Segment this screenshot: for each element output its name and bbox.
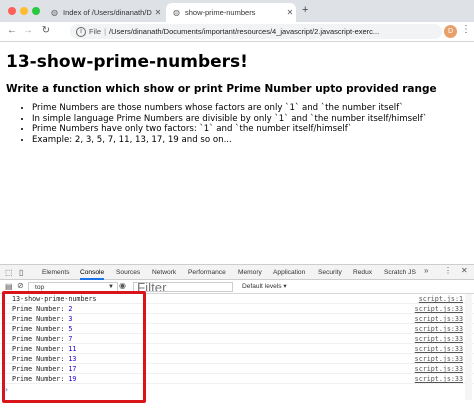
log-source-link[interactable]: script.js:33 — [415, 345, 463, 353]
tab-sources[interactable]: Sources — [116, 265, 140, 280]
close-tab-icon[interactable]: ✕ — [152, 8, 164, 17]
log-source-link[interactable]: script.js:33 — [415, 375, 463, 383]
inspect-element-icon[interactable]: ⬚ — [5, 268, 13, 277]
list-item: In simple language Prime Numbers are div… — [32, 114, 468, 125]
browser-toolbar: ← → ↻ i File | /Users/dinanath/Documents… — [0, 22, 474, 42]
reload-icon[interactable]: ↻ — [40, 25, 52, 36]
close-tab-icon[interactable]: ✕ — [284, 8, 296, 17]
sidebar-toggle-icon[interactable]: ▤ — [5, 282, 13, 291]
devtools-menu-icon[interactable]: ⋮ — [444, 266, 452, 275]
log-source-link[interactable]: script.js:33 — [415, 305, 463, 313]
url-separator: | — [104, 27, 107, 36]
log-source-link[interactable]: script.js:1 — [419, 295, 463, 303]
bullet-list: Prime Numbers are those numbers whose fa… — [6, 103, 468, 145]
list-item: Prime Numbers have only two factors: `1`… — [32, 124, 468, 135]
log-source-link[interactable]: script.js:33 — [415, 355, 463, 363]
more-tabs-icon[interactable]: » — [424, 266, 428, 275]
device-toolbar-icon[interactable]: ▯ — [19, 268, 23, 277]
tab-elements[interactable]: Elements — [42, 265, 70, 280]
back-icon[interactable]: ← — [6, 25, 18, 36]
page-subtitle: Write a function which show or print Pri… — [6, 83, 437, 95]
console-scrollbar[interactable] — [465, 294, 472, 400]
globe-icon: ◍ — [51, 8, 58, 17]
log-source-link[interactable]: script.js:33 — [415, 365, 463, 373]
clear-console-icon[interactable]: ⊘ — [17, 281, 24, 290]
tab-redux[interactable]: Redux — [353, 265, 372, 280]
tab-application[interactable]: Application — [273, 265, 305, 280]
close-window-button[interactable] — [8, 7, 16, 15]
tab-console[interactable]: Console — [80, 265, 105, 280]
forward-icon[interactable]: → — [22, 25, 34, 36]
tab-memory[interactable]: Memory — [238, 265, 262, 280]
info-icon[interactable]: i — [76, 26, 86, 37]
address-bar[interactable]: i File | /Users/dinanath/Documents/impor… — [70, 24, 442, 39]
context-value: top — [35, 284, 45, 291]
eye-icon[interactable]: ◉ — [119, 281, 126, 290]
log-source-link[interactable]: script.js:33 — [415, 325, 463, 333]
tab-performance[interactable]: Performance — [188, 265, 226, 280]
log-levels-dropdown[interactable]: Default levels ▾ — [242, 282, 287, 292]
close-devtools-icon[interactable]: ✕ — [461, 266, 468, 275]
new-tab-button[interactable]: + — [302, 4, 308, 16]
tab-bar: ◍ Index of /Users/dinanath/Docum ✕ ◍ sho… — [0, 0, 474, 22]
tab-title: Index of /Users/dinanath/Docum — [63, 8, 152, 17]
devtools-tabs: ⬚ ▯ Elements Console Sources Network Per… — [0, 265, 474, 280]
globe-icon: ◍ — [173, 8, 180, 17]
tab-title: show-prime-numbers — [185, 8, 256, 17]
log-source-link[interactable]: script.js:33 — [415, 315, 463, 323]
tab-network[interactable]: Network — [152, 265, 176, 280]
page-title: 13-show-prime-numbers! — [6, 52, 248, 72]
browser-tab-active[interactable]: ◍ show-prime-numbers ✕ — [166, 3, 296, 22]
profile-avatar[interactable]: D — [444, 25, 457, 38]
page-content: 13-show-prime-numbers! Write a function … — [0, 42, 474, 264]
highlight-box — [2, 291, 146, 403]
url-text: /Users/dinanath/Documents/important/reso… — [109, 27, 380, 36]
tab-security[interactable]: Security — [318, 265, 342, 280]
browser-tab-index[interactable]: ◍ Index of /Users/dinanath/Docum ✕ — [44, 3, 164, 22]
minimize-window-button[interactable] — [20, 7, 28, 15]
tab-scratch-js[interactable]: Scratch JS — [384, 265, 416, 280]
list-item: Example: 2, 3, 5, 7, 11, 13, 17, 19 and … — [32, 135, 468, 146]
menu-icon[interactable]: ⋮ — [461, 24, 471, 35]
url-scheme: File — [89, 27, 102, 36]
log-source-link[interactable]: script.js:33 — [415, 335, 463, 343]
list-item: Prime Numbers are those numbers whose fa… — [32, 103, 468, 114]
maximize-window-button[interactable] — [32, 7, 40, 15]
console-filter-input[interactable] — [133, 282, 233, 292]
